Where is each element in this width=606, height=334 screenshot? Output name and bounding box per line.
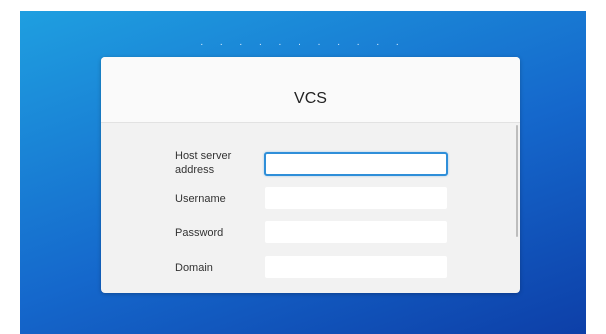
username-input[interactable] <box>265 187 447 209</box>
username-label: Username <box>175 193 226 205</box>
dialog-header: VCS <box>101 57 520 123</box>
dialog-title: VCS <box>294 90 327 107</box>
vcs-login-dialog: VCS Host server address Username Passwor… <box>101 57 520 293</box>
domain-row: Domain <box>101 256 520 280</box>
dialog-scrollbar[interactable] <box>516 125 518 237</box>
password-input[interactable] <box>265 221 447 243</box>
screen-background: . . . . . . . . . . . VCS Host server ad… <box>20 11 586 334</box>
username-row: Username <box>101 187 520 211</box>
host-server-label: Host server address <box>175 150 232 176</box>
host-server-input[interactable] <box>264 152 448 176</box>
password-row: Password <box>101 221 520 245</box>
password-label: Password <box>175 227 224 239</box>
domain-label: Domain <box>175 262 213 274</box>
host-server-row: Host server address <box>101 150 520 176</box>
page-indicator-dots: . . . . . . . . . . . <box>200 37 406 48</box>
domain-input[interactable] <box>265 256 447 278</box>
